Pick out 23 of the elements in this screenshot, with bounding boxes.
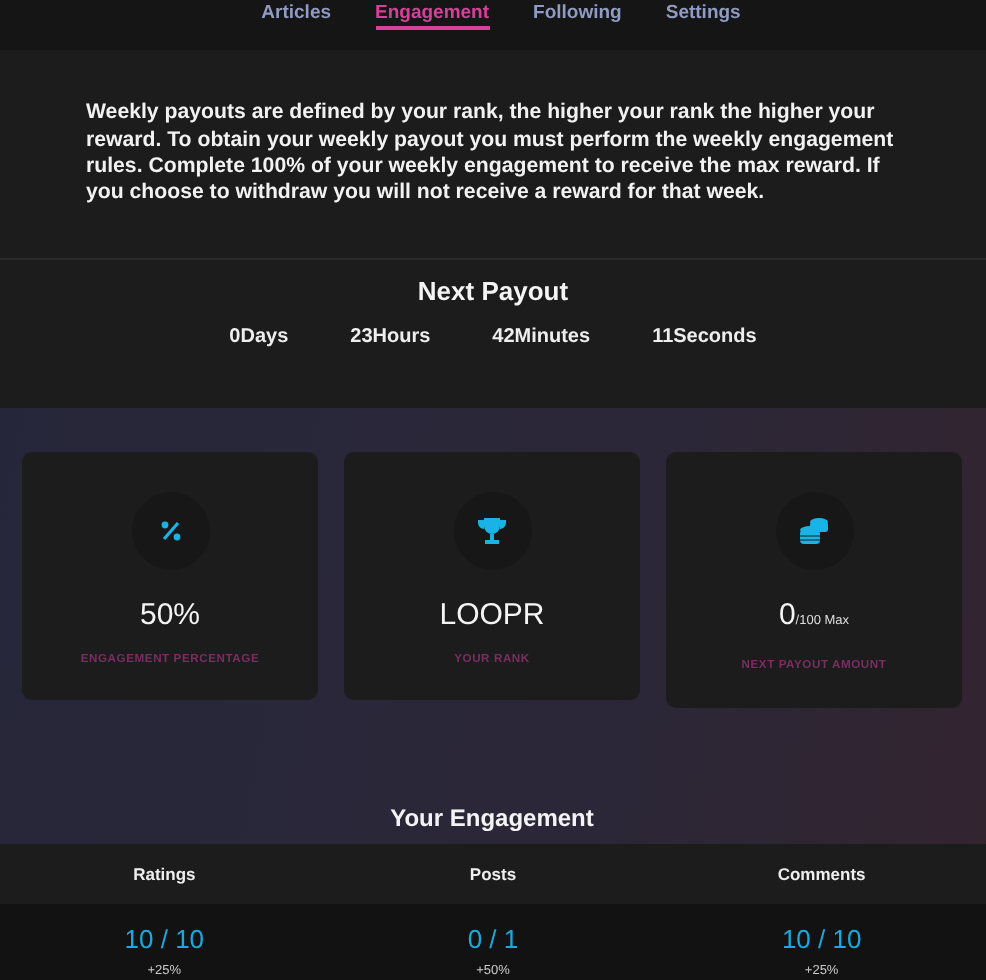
coins-icon [798, 516, 830, 546]
countdown-value: 23Hours [350, 326, 431, 348]
percent-icon [159, 520, 181, 542]
section-title: Next Payout [417, 276, 569, 306]
countdown-value: 42Minutes [492, 326, 591, 348]
progress-value: 0 / 1 [467, 923, 519, 953]
column-header: Posts [469, 864, 517, 884]
progress-value: 10 / 10 [124, 923, 205, 953]
nav-tab[interactable]: Following [533, 2, 622, 30]
intro-text: Weekly payouts are defined by your rank, the higher your rank the higher your reward. To obtain your weekly payout you must perform the weekly engagement rules. Complete 100% of your weekly engagement to receive the max reward. If you choose to withdraw you will not receive a reward for that week. [86, 100, 896, 208]
stat-value: LOOPR [439, 598, 545, 632]
nav-tab[interactable]: Engagement [375, 2, 490, 30]
stat-value: 0 [778, 598, 796, 632]
nav-tab[interactable]: Settings [665, 2, 741, 30]
countdown-value: 0Days [229, 326, 289, 348]
progress-value: 10 / 10 [781, 923, 862, 953]
trophy-icon [476, 516, 508, 546]
column-header: Comments [777, 864, 866, 884]
column-header: Ratings [133, 864, 196, 884]
section-title: Your Engagement [388, 802, 596, 836]
stat-value: 50% [139, 598, 201, 632]
countdown-value: 11Seconds [652, 326, 757, 348]
nav-tab[interactable]: Articles [261, 2, 332, 30]
